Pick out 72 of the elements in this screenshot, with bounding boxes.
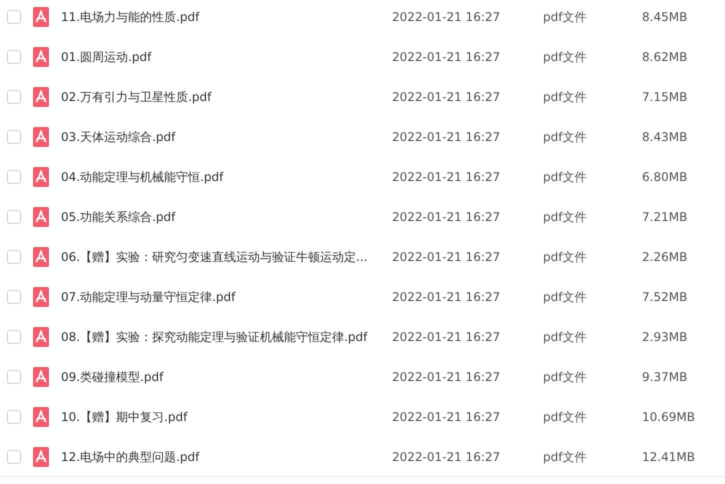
file-size: 9.37MB: [642, 369, 688, 386]
modified-date: 2022-01-21 16:27: [392, 49, 502, 66]
file-name[interactable]: 04.动能定理与机械能守恒.pdf: [61, 168, 389, 186]
file-type: pdf文件: [543, 129, 588, 146]
file-type: pdf文件: [543, 169, 588, 186]
file-size: 10.69MB: [642, 409, 695, 426]
file-size: 7.52MB: [642, 289, 688, 306]
pdf-file-icon: [33, 47, 49, 67]
file-size: 8.43MB: [642, 129, 688, 146]
file-name[interactable]: 11.电场力与能的性质.pdf: [61, 8, 389, 26]
file-name[interactable]: 09.类碰撞模型.pdf: [61, 368, 389, 386]
pdf-file-icon: [33, 207, 49, 227]
file-size: 8.62MB: [642, 49, 688, 66]
checkbox[interactable]: [7, 90, 21, 104]
modified-date: 2022-01-21 16:27: [392, 209, 502, 226]
file-name[interactable]: 02.万有引力与卫星性质.pdf: [61, 88, 389, 106]
checkbox[interactable]: [7, 330, 21, 344]
checkbox[interactable]: [7, 10, 21, 24]
file-type: pdf文件: [543, 49, 588, 66]
checkbox[interactable]: [7, 290, 21, 304]
file-type: pdf文件: [543, 209, 588, 226]
file-name[interactable]: 05.功能关系综合.pdf: [61, 208, 389, 226]
modified-date: 2022-01-21 16:27: [392, 448, 502, 466]
file-size: 8.45MB: [642, 9, 688, 26]
modified-date: 2022-01-21 16:27: [392, 169, 502, 186]
file-type: pdf文件: [543, 9, 588, 26]
file-size: 6.80MB: [642, 169, 688, 186]
modified-date: 2022-01-21 16:27: [392, 249, 502, 266]
pdf-file-icon: [33, 287, 49, 307]
file-name[interactable]: 03.天体运动综合.pdf: [61, 128, 389, 146]
file-type: pdf文件: [543, 369, 588, 386]
checkbox[interactable]: [7, 370, 21, 384]
modified-date: 2022-01-21 16:27: [392, 289, 502, 306]
checkbox[interactable]: [7, 50, 21, 64]
pdf-file-icon: [33, 127, 49, 147]
file-size: 2.26MB: [642, 249, 688, 266]
modified-date: 2022-01-21 16:27: [392, 89, 502, 106]
pdf-file-icon: [33, 446, 49, 466]
checkbox[interactable]: [7, 170, 21, 184]
checkbox[interactable]: [7, 410, 21, 424]
file-size: 7.15MB: [642, 89, 688, 106]
modified-date: 2022-01-21 16:27: [392, 329, 502, 346]
file-name[interactable]: 07.动能定理与动量守恒定律.pdf: [61, 288, 389, 306]
file-name[interactable]: 12.电场中的典型问题.pdf: [61, 448, 389, 466]
file-type: pdf文件: [543, 329, 588, 346]
file-size: 12.41MB: [642, 448, 695, 466]
pdf-file-icon: [33, 407, 49, 427]
checkbox[interactable]: [7, 210, 21, 224]
file-type: pdf文件: [543, 409, 588, 426]
file-name[interactable]: 08.【赠】实验：探究动能定理与验证机械能守恒定律.pdf: [61, 328, 389, 346]
file-type: pdf文件: [543, 289, 588, 306]
pdf-file-icon: [33, 87, 49, 107]
file-type: pdf文件: [543, 448, 588, 466]
file-name[interactable]: 06.【赠】实验：研究匀变速直线运动与验证牛顿运动定...: [61, 248, 389, 266]
modified-date: 2022-01-21 16:27: [392, 369, 502, 386]
checkbox[interactable]: [7, 450, 21, 464]
pdf-file-icon: [33, 327, 49, 347]
pdf-file-icon: [33, 167, 49, 187]
file-size: 7.21MB: [642, 209, 688, 226]
file-type: pdf文件: [543, 249, 588, 266]
checkbox[interactable]: [7, 130, 21, 144]
file-name[interactable]: 10.【赠】期中复习.pdf: [61, 408, 389, 426]
checkbox[interactable]: [7, 250, 21, 264]
pdf-file-icon: [33, 7, 49, 27]
file-name[interactable]: 01.圆周运动.pdf: [61, 48, 389, 66]
modified-date: 2022-01-21 16:27: [392, 129, 502, 146]
modified-date: 2022-01-21 16:27: [392, 409, 502, 426]
pdf-file-icon: [33, 367, 49, 387]
pdf-file-icon: [33, 247, 49, 267]
file-type: pdf文件: [543, 89, 588, 106]
file-size: 2.93MB: [642, 329, 688, 346]
modified-date: 2022-01-21 16:27: [392, 9, 502, 26]
